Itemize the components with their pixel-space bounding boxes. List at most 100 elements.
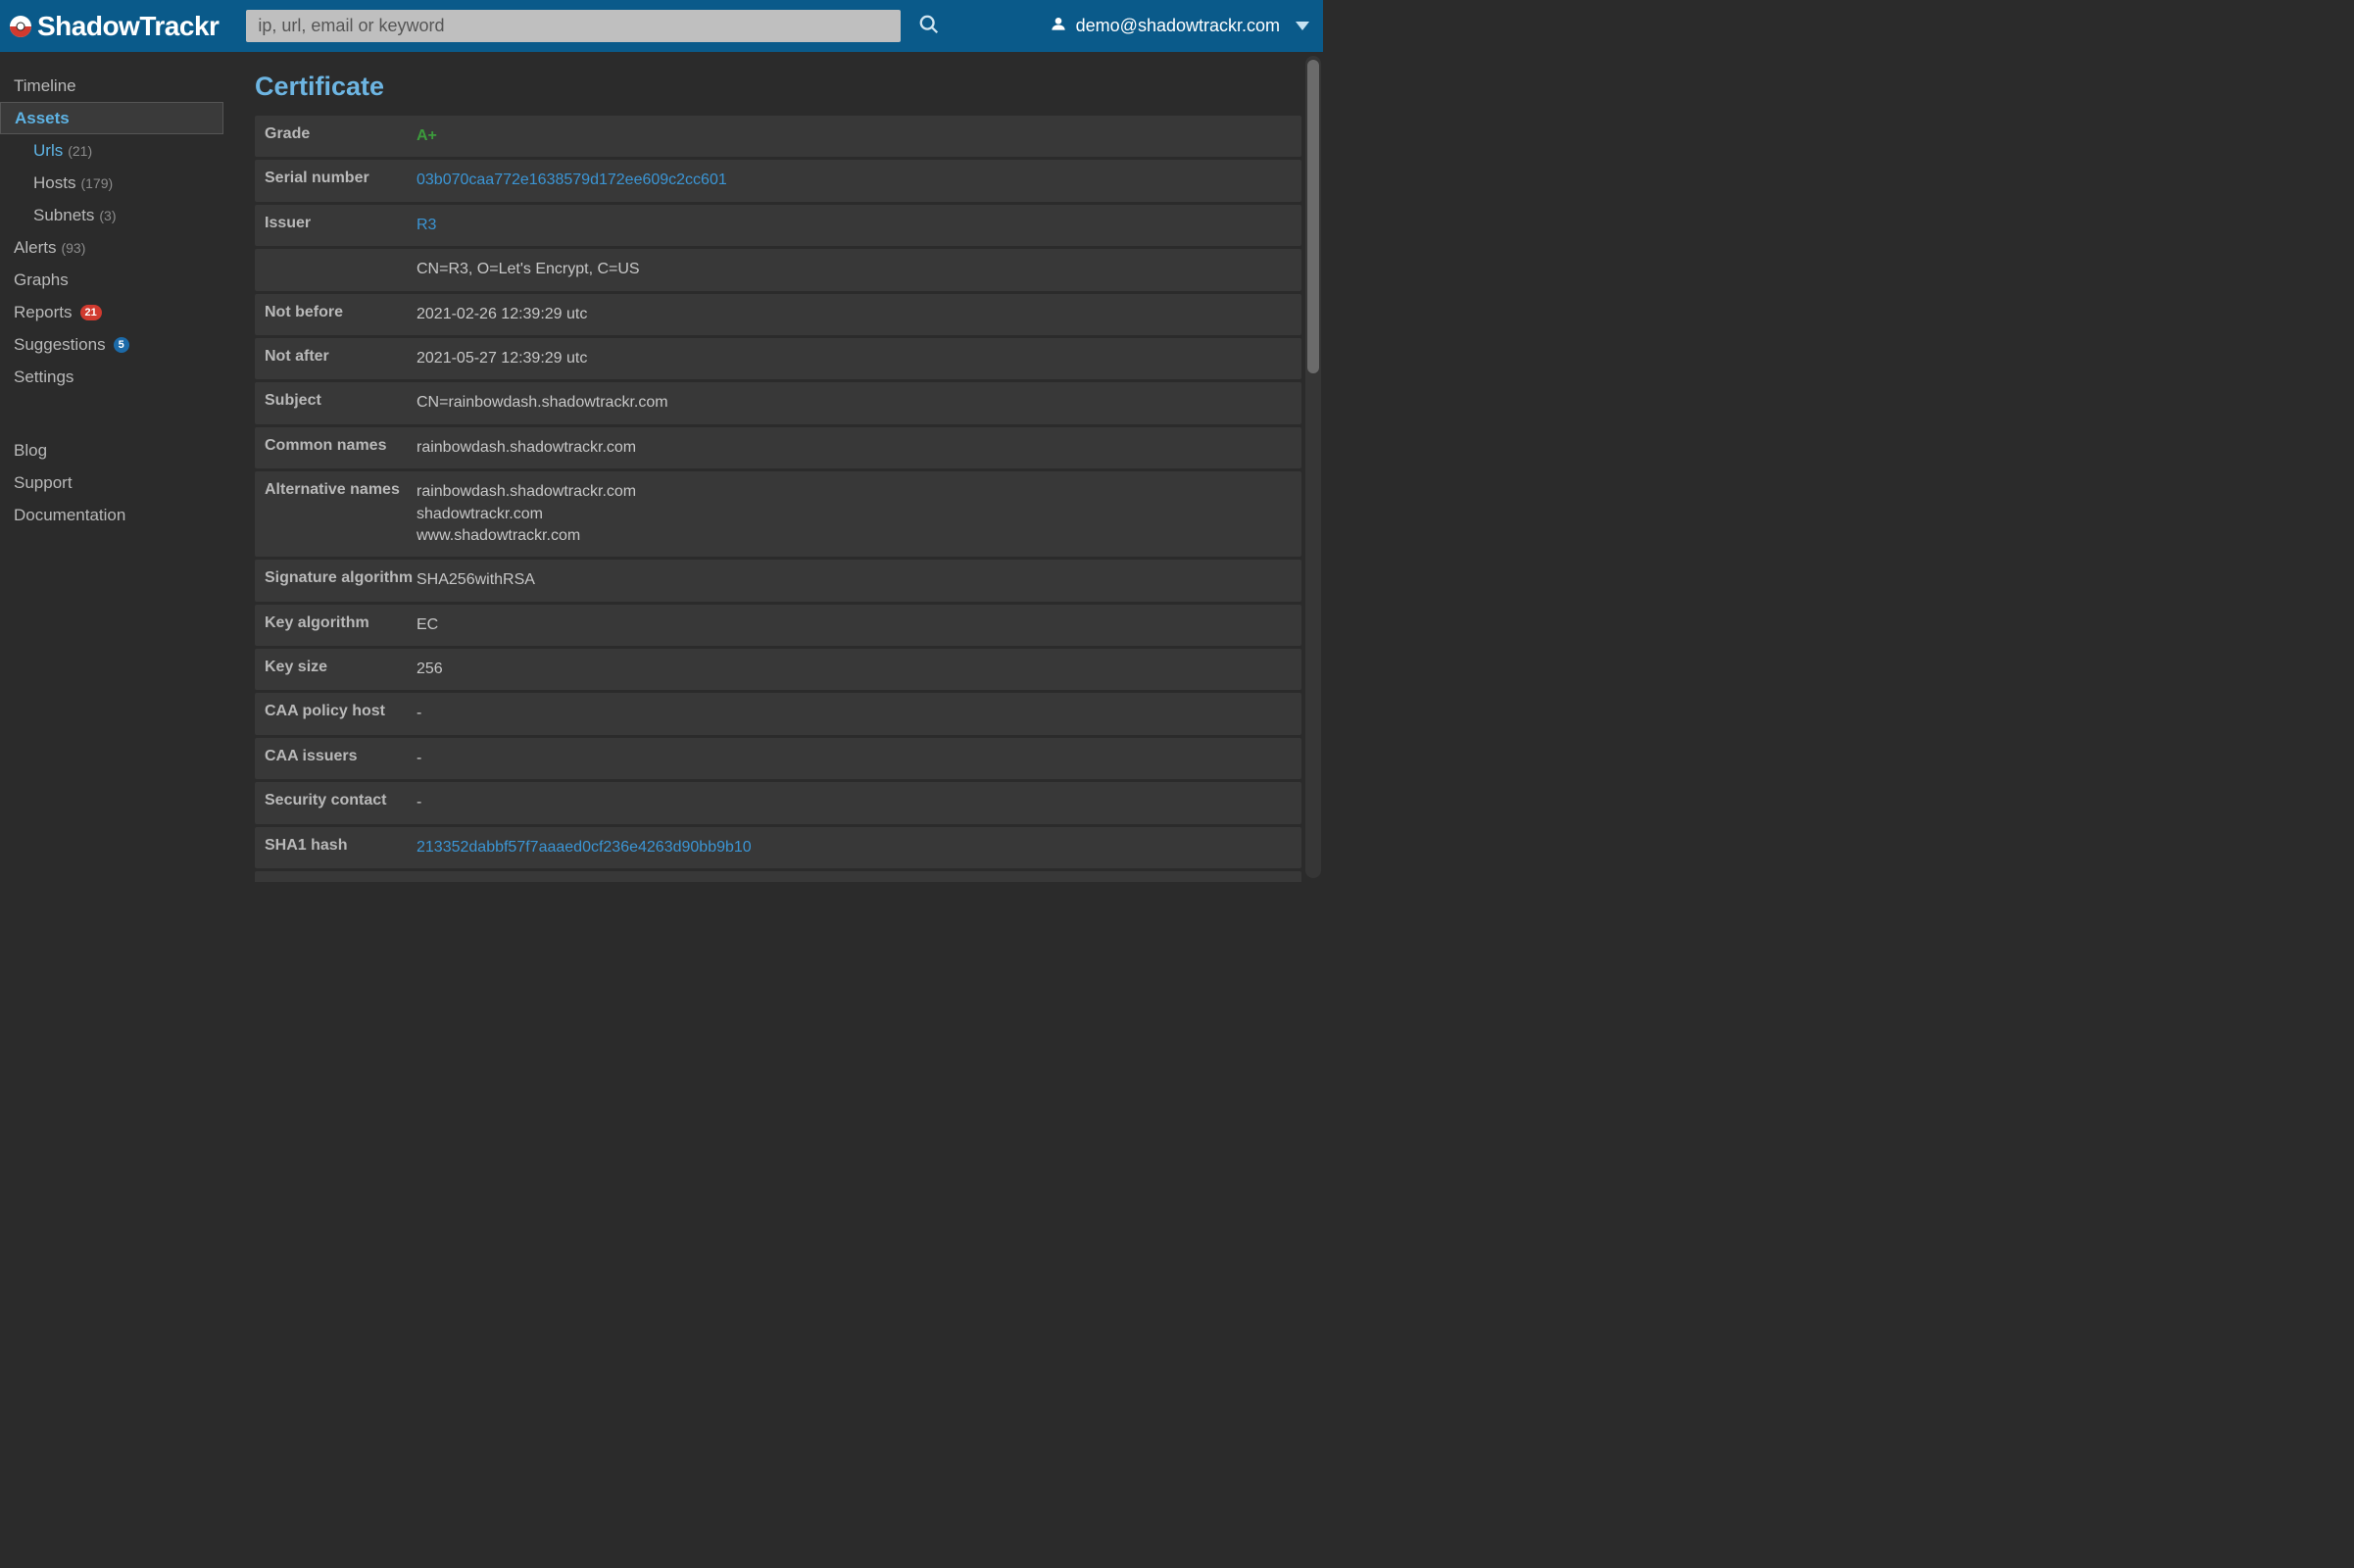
- field-value: 256: [417, 659, 1301, 680]
- brand-name: ShadowTrackr: [37, 11, 219, 42]
- row-sig-alg: Signature algorithm SHA256withRSA: [255, 560, 1301, 601]
- field-value: 2021-02-26 12:39:29 utc: [417, 304, 1301, 325]
- field-label: Common names: [255, 437, 417, 455]
- sidebar-item-urls[interactable]: Urls (21): [0, 134, 223, 167]
- sidebar-item-label: Alerts: [14, 238, 56, 258]
- sidebar-item-count: (3): [99, 208, 116, 223]
- sidebar-item-label: Hosts: [33, 173, 75, 193]
- sidebar-item-settings[interactable]: Settings: [0, 361, 223, 393]
- sidebar-item-graphs[interactable]: Graphs: [0, 264, 223, 296]
- certificate-table: Grade A+ Serial number 03b070caa772e1638…: [255, 116, 1301, 882]
- field-value: SHA256withRSA: [417, 569, 1301, 591]
- field-label: Key size: [255, 659, 417, 676]
- field-value-link[interactable]: R3: [417, 215, 1301, 236]
- sidebar-item-subnets[interactable]: Subnets (3): [0, 199, 223, 231]
- field-value-link[interactable]: 52036246f4a4c555a8b6939c76630a23250911b5…: [417, 881, 1301, 882]
- sidebar-item-suggestions[interactable]: Suggestions 5: [0, 328, 223, 361]
- sidebar-item-hosts[interactable]: Hosts (179): [0, 167, 223, 199]
- sidebar-item-count: (93): [61, 240, 85, 256]
- field-value: -: [417, 792, 1301, 813]
- user-menu[interactable]: demo@shadowtrackr.com: [1051, 16, 1309, 36]
- field-value-link[interactable]: 03b070caa772e1638579d172ee609c2cc601: [417, 170, 1301, 191]
- sidebar-item-label: Reports: [14, 303, 73, 322]
- field-value: 2021-05-27 12:39:29 utc: [417, 348, 1301, 369]
- field-value: A+: [417, 125, 1301, 147]
- field-label: SHA256 hash: [255, 881, 417, 882]
- field-value: -: [417, 703, 1301, 724]
- sidebar-item-label: Urls: [33, 141, 63, 161]
- field-label: CAA policy host: [255, 703, 417, 720]
- search-wrap: [246, 10, 946, 43]
- row-sha256: SHA256 hash 52036246f4a4c555a8b6939c7663…: [255, 871, 1301, 882]
- search-button[interactable]: [912, 10, 946, 43]
- row-grade: Grade A+: [255, 116, 1301, 157]
- field-label: Security contact: [255, 792, 417, 809]
- sidebar-item-label: Subnets: [33, 206, 94, 225]
- sidebar-item-documentation[interactable]: Documentation: [0, 499, 223, 531]
- sidebar-item-timeline[interactable]: Timeline: [0, 70, 223, 102]
- field-label: Grade: [255, 125, 417, 143]
- suggestions-badge: 5: [114, 337, 129, 353]
- sidebar-item-count: (21): [68, 143, 92, 159]
- content: Certificate Grade A+ Serial number 03b07…: [223, 52, 1323, 882]
- user-email: demo@shadowtrackr.com: [1076, 16, 1280, 36]
- sidebar-item-label: Assets: [15, 109, 70, 128]
- sidebar-item-support[interactable]: Support: [0, 466, 223, 499]
- field-label: SHA1 hash: [255, 837, 417, 855]
- sidebar-item-label: Documentation: [14, 506, 125, 525]
- field-value: rainbowdash.shadowtrackr.com shadowtrack…: [417, 481, 1301, 547]
- page-title: Certificate: [255, 72, 1313, 102]
- sidebar-item-assets[interactable]: Assets: [0, 102, 223, 134]
- row-security-contact: Security contact -: [255, 782, 1301, 823]
- field-label: Alternative names: [255, 481, 417, 499]
- row-sha1: SHA1 hash 213352dabbf57f7aaaed0cf236e426…: [255, 827, 1301, 868]
- field-label: Signature algorithm: [255, 569, 417, 587]
- scrollbar-thumb[interactable]: [1307, 60, 1319, 373]
- field-value: EC: [417, 614, 1301, 636]
- field-value: CN=rainbowdash.shadowtrackr.com: [417, 392, 1301, 414]
- field-label: CAA issuers: [255, 748, 417, 765]
- sidebar-item-label: Graphs: [14, 270, 69, 290]
- row-issuer: Issuer R3: [255, 205, 1301, 246]
- row-not-after: Not after 2021-05-27 12:39:29 utc: [255, 338, 1301, 379]
- brand-logo[interactable]: ShadowTrackr: [10, 11, 219, 42]
- sidebar-item-alerts[interactable]: Alerts (93): [0, 231, 223, 264]
- row-alt-names: Alternative names rainbowdash.shadowtrac…: [255, 471, 1301, 557]
- sidebar-item-label: Blog: [14, 441, 47, 461]
- field-label: Serial number: [255, 170, 417, 187]
- field-label: Subject: [255, 392, 417, 410]
- sidebar-item-blog[interactable]: Blog: [0, 434, 223, 466]
- sidebar-item-label: Timeline: [14, 76, 76, 96]
- sidebar: Timeline Assets Urls (21) Hosts (179) Su…: [0, 52, 223, 882]
- row-caa-host: CAA policy host -: [255, 693, 1301, 734]
- field-label: Not before: [255, 304, 417, 321]
- row-subject: Subject CN=rainbowdash.shadowtrackr.com: [255, 382, 1301, 423]
- row-key-alg: Key algorithm EC: [255, 605, 1301, 646]
- logo-icon: [10, 16, 31, 37]
- topbar: ShadowTrackr demo@shadowtrac: [0, 0, 1323, 52]
- row-key-size: Key size 256: [255, 649, 1301, 690]
- row-serial: Serial number 03b070caa772e1638579d172ee…: [255, 160, 1301, 201]
- row-caa-issuers: CAA issuers -: [255, 738, 1301, 779]
- field-value: CN=R3, O=Let's Encrypt, C=US: [417, 259, 1301, 280]
- sidebar-item-reports[interactable]: Reports 21: [0, 296, 223, 328]
- row-common-names: Common names rainbowdash.shadowtrackr.co…: [255, 427, 1301, 468]
- field-label: Key algorithm: [255, 614, 417, 632]
- sidebar-item-label: Support: [14, 473, 73, 493]
- chevron-down-icon: [1296, 22, 1309, 30]
- sidebar-item-label: Settings: [14, 368, 74, 387]
- user-icon: [1051, 16, 1066, 36]
- field-value-link[interactable]: 213352dabbf57f7aaaed0cf236e4263d90bb9b10: [417, 837, 1301, 858]
- scrollbar-track[interactable]: [1305, 56, 1321, 878]
- field-value: -: [417, 748, 1301, 769]
- field-value: rainbowdash.shadowtrackr.com: [417, 437, 1301, 459]
- row-issuer-dn: CN=R3, O=Let's Encrypt, C=US: [255, 249, 1301, 290]
- field-label: Not after: [255, 348, 417, 366]
- search-input[interactable]: [246, 10, 901, 42]
- row-not-before: Not before 2021-02-26 12:39:29 utc: [255, 294, 1301, 335]
- field-label: Issuer: [255, 215, 417, 232]
- reports-badge: 21: [80, 305, 102, 320]
- sidebar-item-label: Suggestions: [14, 335, 106, 355]
- sidebar-item-count: (179): [80, 175, 113, 191]
- search-icon: [918, 14, 940, 38]
